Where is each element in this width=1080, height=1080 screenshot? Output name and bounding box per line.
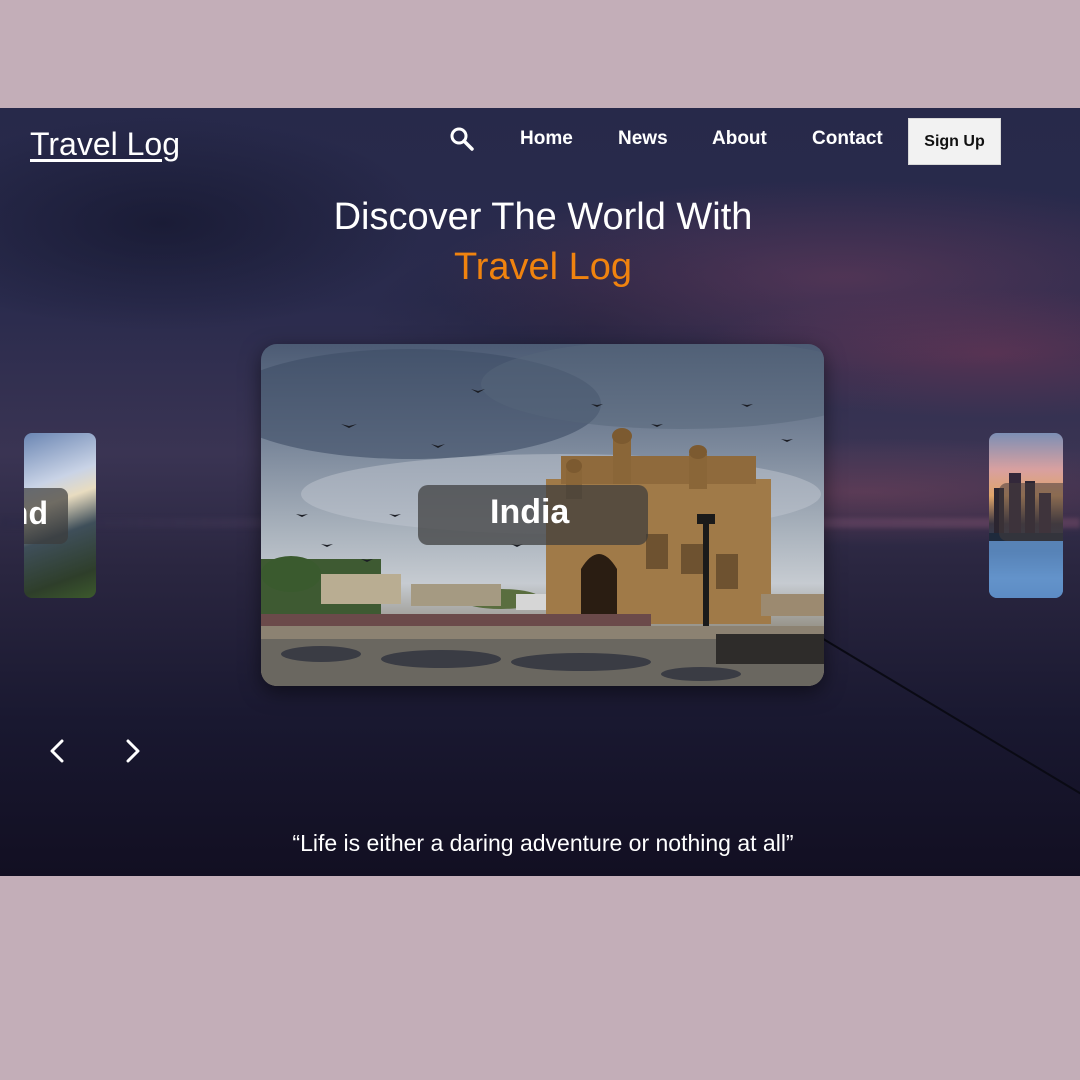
nav-about[interactable]: About — [712, 128, 767, 150]
chevron-right-icon[interactable] — [117, 736, 147, 766]
carousel-card-active[interactable]: India — [261, 344, 824, 686]
carousel-card-prev-text: nd — [24, 495, 48, 531]
nav-contact[interactable]: Contact — [812, 128, 883, 150]
hero-section: Travel Log Home News About Contact Sign … — [0, 108, 1080, 876]
carousel-card-next[interactable] — [989, 433, 1063, 598]
site-logo[interactable]: Travel Log — [30, 126, 180, 163]
hero-headline-accent: Travel Log — [453, 246, 633, 288]
background-rope — [819, 636, 1080, 803]
search-icon[interactable] — [449, 126, 475, 152]
carousel-card-label: India — [418, 485, 648, 545]
hero-quote: “Life is either a daring adventure or no… — [292, 830, 794, 856]
chevron-left-icon[interactable] — [43, 736, 73, 766]
carousel-card-prev-label: nd — [24, 488, 68, 544]
nav-home[interactable]: Home — [520, 128, 573, 150]
hero-headline: Discover The World With — [333, 196, 753, 238]
carousel-card-next-label — [999, 483, 1063, 541]
signup-button[interactable]: Sign Up — [908, 118, 1001, 165]
nav-news[interactable]: News — [618, 128, 668, 150]
carousel-card-prev[interactable]: nd — [24, 433, 96, 598]
carousel-card-title: India — [490, 493, 570, 531]
